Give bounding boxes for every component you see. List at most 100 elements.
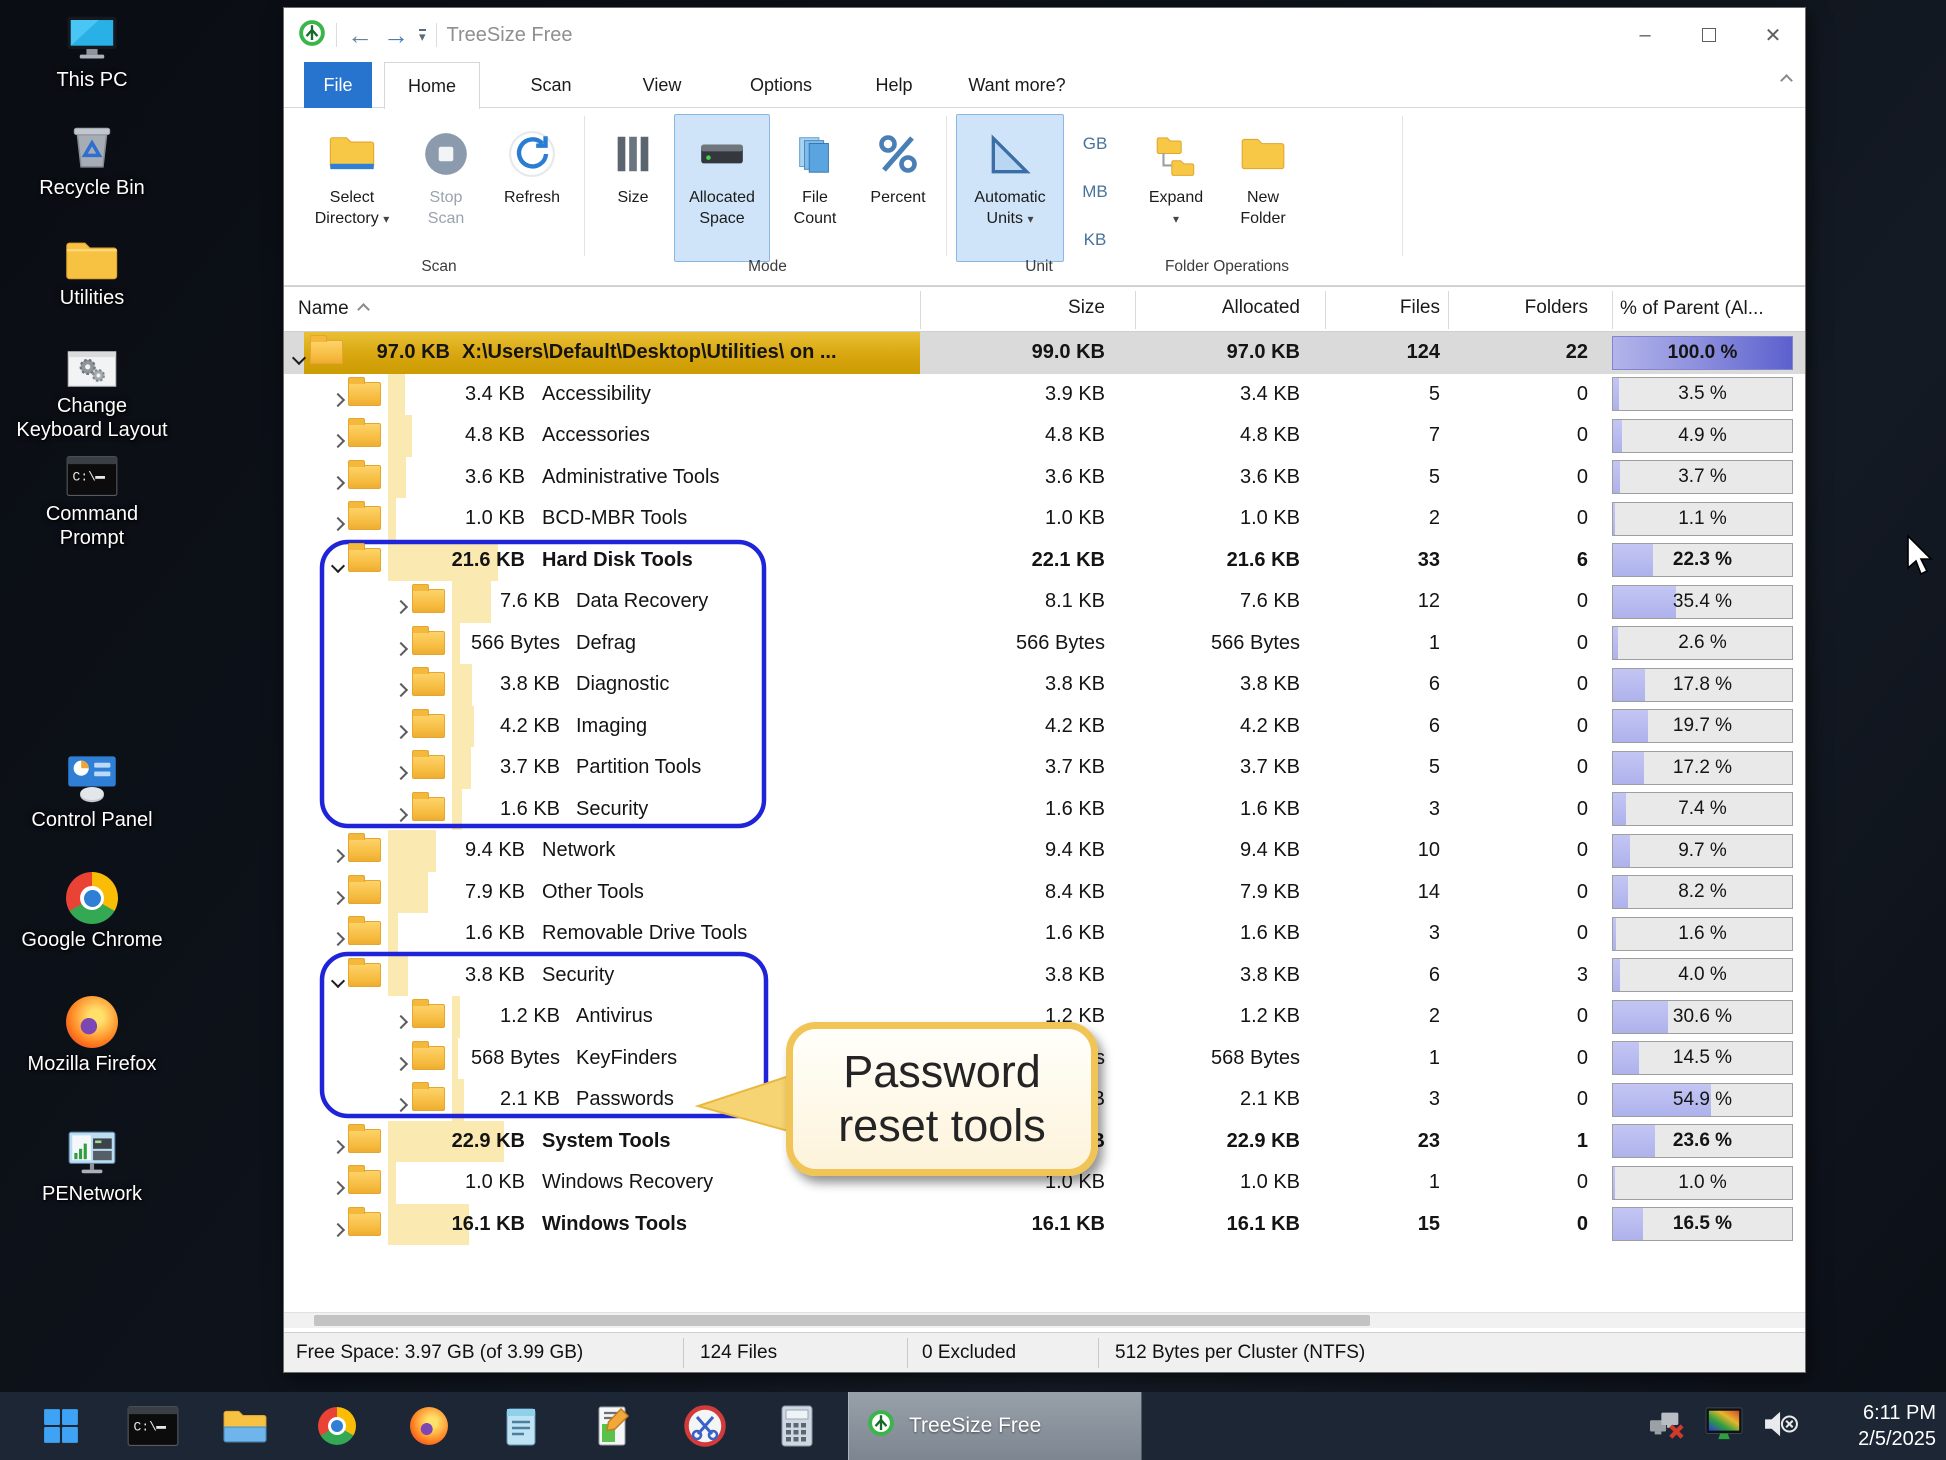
column-header-name[interactable]: Name (298, 287, 368, 331)
table-row-removable-drive-tools[interactable]: 1.6 KBRemovable Drive Tools1.6 KB1.6 KB3… (284, 913, 1805, 955)
expand-chevron-icon[interactable] (331, 932, 345, 946)
taskbar-button-google-chrome[interactable] (306, 1392, 368, 1460)
expand-chevron-icon[interactable] (331, 1222, 345, 1236)
taskbar-button-calculator[interactable] (766, 1392, 828, 1460)
unit-gb-button[interactable]: GB (1072, 122, 1118, 166)
desktop-icon-change-keyboard-layout[interactable]: Change Keyboard Layout (12, 334, 172, 442)
automatic-units-button[interactable]: AutomaticUnits ▾ (956, 114, 1064, 262)
desktop-icon-google-chrome[interactable]: Google Chrome (12, 868, 172, 952)
collapse-chevron-icon[interactable] (292, 351, 306, 365)
table-row-windows-tools[interactable]: 16.1 KBWindows Tools16.1 KB16.1 KB15016.… (284, 1204, 1805, 1246)
expand-chevron-icon[interactable] (394, 600, 408, 614)
size-button[interactable]: Size (596, 114, 670, 262)
column-header-size[interactable]: Size (920, 287, 1135, 329)
maximize-button[interactable] (1677, 8, 1741, 62)
taskbar-button-text-editor[interactable] (582, 1392, 644, 1460)
expand-chevron-icon[interactable] (394, 766, 408, 780)
column-header-files[interactable]: Files (1325, 287, 1448, 329)
expand-chevron-icon[interactable] (394, 724, 408, 738)
table-row-data-recovery[interactable]: 7.6 KBData Recovery8.1 KB7.6 KB12035.4 % (284, 581, 1805, 623)
expand-chevron-icon[interactable] (394, 683, 408, 697)
expand-chevron-icon[interactable] (394, 1015, 408, 1029)
allocated-space-button[interactable]: AllocatedSpace (674, 114, 770, 262)
expand-chevron-icon[interactable] (331, 1139, 345, 1153)
taskbar-button-command-prompt[interactable]: C:\ (122, 1392, 184, 1460)
unit-mb-button[interactable]: MB (1072, 170, 1118, 214)
tab-want-more?[interactable]: Want more? (952, 62, 1082, 108)
back-arrow-icon[interactable]: ← (347, 22, 373, 48)
tray-network-disconnected[interactable] (1648, 1407, 1686, 1446)
tab-help[interactable]: Help (859, 62, 929, 108)
expand-chevron-icon[interactable] (394, 641, 408, 655)
file-count-button[interactable]: FileCount (776, 114, 854, 262)
desktop-icon-label: Google Chrome (12, 928, 172, 952)
taskbar-button-notepad[interactable] (490, 1392, 552, 1460)
tab-file[interactable]: File (304, 62, 372, 108)
table-row-accessibility[interactable]: 3.4 KBAccessibility3.9 KB3.4 KB503.5 % (284, 374, 1805, 416)
taskbar-button-file-explorer[interactable] (214, 1392, 276, 1460)
table-row-other-tools[interactable]: 7.9 KBOther Tools8.4 KB7.9 KB1408.2 % (284, 872, 1805, 914)
stop-scan-button[interactable]: StopScan (406, 114, 486, 262)
taskbar-button-snipping-tool[interactable] (674, 1392, 736, 1460)
table-row-partition-tools[interactable]: 3.7 KBPartition Tools3.7 KB3.7 KB5017.2 … (284, 747, 1805, 789)
taskbar-clock[interactable]: 6:11 PM 2/5/2025 (1806, 1400, 1936, 1452)
horizontal-scrollbar[interactable] (284, 1312, 1805, 1328)
table-row-x-users-default-desktop-utilities-on-[interactable]: 97.0 KBX:\Users\Default\Desktop\Utilitie… (284, 332, 1805, 374)
expand-chevron-icon[interactable] (394, 807, 408, 821)
close-button[interactable]: ✕ (1741, 8, 1805, 62)
tab-home[interactable]: Home (384, 62, 480, 109)
table-row-security[interactable]: 1.6 KBSecurity1.6 KB1.6 KB307.4 % (284, 789, 1805, 831)
collapse-chevron-icon[interactable] (331, 558, 345, 572)
table-row-accessories[interactable]: 4.8 KBAccessories4.8 KB4.8 KB704.9 % (284, 415, 1805, 457)
table-row-security[interactable]: 3.8 KBSecurity3.8 KB3.8 KB634.0 % (284, 955, 1805, 997)
refresh-button[interactable]: Refresh (488, 114, 576, 262)
pct-of-parent-bar: 30.6 % (1612, 1000, 1793, 1034)
customize-toolbar-icon[interactable]: ▾ (419, 29, 426, 42)
taskbar-button-mozilla-firefox[interactable] (398, 1392, 460, 1460)
table-row-defrag[interactable]: 566 BytesDefrag566 Bytes566 Bytes102.6 % (284, 623, 1805, 665)
expand-chevron-icon[interactable] (331, 434, 345, 448)
new-folder-button[interactable]: NewFolder (1220, 114, 1306, 262)
table-row-diagnostic[interactable]: 3.8 KBDiagnostic3.8 KB3.8 KB6017.8 % (284, 664, 1805, 706)
tab-options[interactable]: Options (731, 62, 831, 108)
tab-view[interactable]: View (621, 62, 703, 108)
collapse-chevron-icon[interactable] (331, 973, 345, 987)
taskbar-button-start[interactable] (30, 1392, 92, 1460)
forward-arrow-icon[interactable]: → (383, 22, 409, 48)
tab-scan[interactable]: Scan (509, 62, 593, 108)
column-header-allocated[interactable]: Allocated (1135, 287, 1325, 329)
desktop-icon-recycle-bin[interactable]: Recycle Bin (12, 116, 172, 200)
desktop-icon-control-panel[interactable]: Control Panel (12, 748, 172, 832)
desktop-icon-utilities-folder[interactable]: Utilities (12, 226, 172, 310)
expand-chevron-icon[interactable] (394, 1098, 408, 1112)
table-row-hard-disk-tools[interactable]: 21.6 KBHard Disk Tools22.1 KB21.6 KB3362… (284, 540, 1805, 582)
tray-display-color[interactable] (1704, 1406, 1744, 1447)
collapse-ribbon-icon[interactable] (1780, 74, 1793, 87)
column-header-pct-of-parent[interactable]: % of Parent (Al... (1620, 287, 1764, 331)
column-header-folders[interactable]: Folders (1448, 287, 1600, 329)
desktop-icon-mozilla-firefox[interactable]: Mozilla Firefox (12, 992, 172, 1076)
taskbar-app-treesize[interactable]: TreeSize Free (848, 1392, 1142, 1460)
minimize-button[interactable]: – (1613, 8, 1677, 62)
unit-kb-button[interactable]: KB (1072, 218, 1118, 262)
desktop-icon-penetwork[interactable]: PENetwork (12, 1122, 172, 1206)
expand-chevron-icon[interactable] (331, 475, 345, 489)
table-row-bcd-mbr-tools[interactable]: 1.0 KBBCD-MBR Tools1.0 KB1.0 KB201.1 % (284, 498, 1805, 540)
table-row-administrative-tools[interactable]: 3.6 KBAdministrative Tools3.6 KB3.6 KB50… (284, 457, 1805, 499)
expand-chevron-icon[interactable] (331, 890, 345, 904)
cell-folders: 0 (1448, 1162, 1600, 1204)
table-row-imaging[interactable]: 4.2 KBImaging4.2 KB4.2 KB6019.7 % (284, 706, 1805, 748)
expand-chevron-icon[interactable] (394, 1056, 408, 1070)
expand-chevron-icon[interactable] (331, 1181, 345, 1195)
expand-button[interactable]: Expand ▾ (1136, 114, 1216, 262)
table-row-network[interactable]: 9.4 KBNetwork9.4 KB9.4 KB1009.7 % (284, 830, 1805, 872)
select-directory-button[interactable]: SelectDirectory ▾ (302, 114, 402, 262)
scrollbar-thumb[interactable] (314, 1315, 1370, 1326)
desktop-icon-command-prompt[interactable]: C:\Command Prompt (12, 442, 172, 550)
expand-chevron-icon[interactable] (331, 517, 345, 531)
expand-chevron-icon[interactable] (331, 849, 345, 863)
tray-volume-muted[interactable] (1762, 1409, 1800, 1444)
desktop-icon-this-pc[interactable]: This PC (12, 8, 172, 92)
percent-button[interactable]: Percent (856, 114, 940, 262)
expand-chevron-icon[interactable] (331, 392, 345, 406)
